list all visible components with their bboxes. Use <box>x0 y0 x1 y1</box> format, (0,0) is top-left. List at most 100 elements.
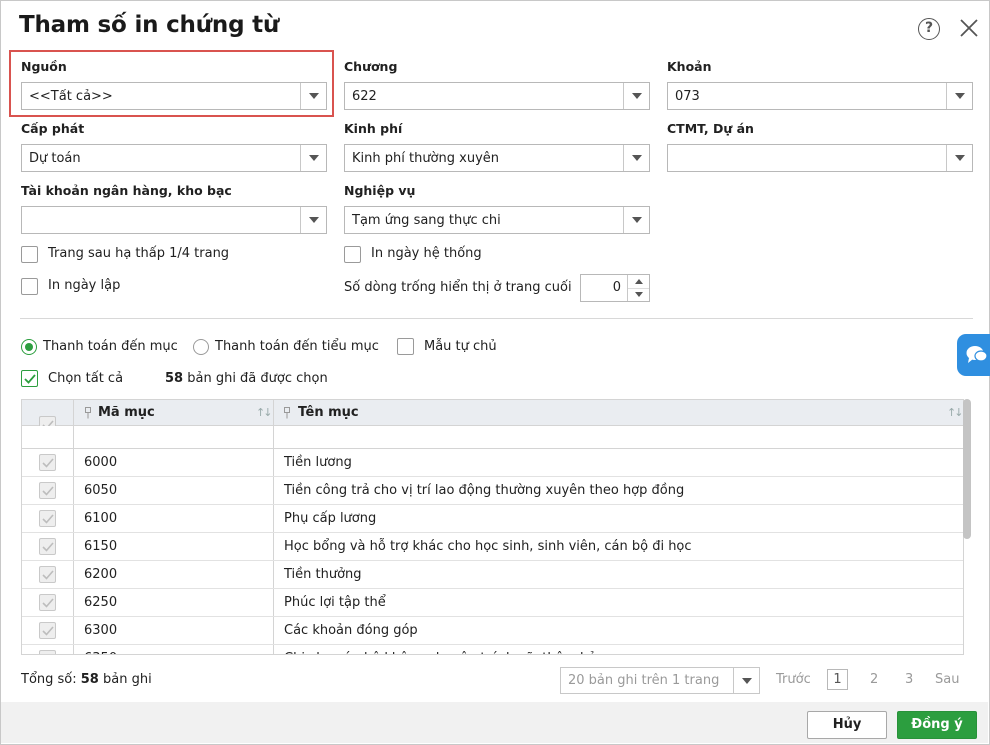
mau-tu-chu-checkbox[interactable] <box>397 338 414 355</box>
row-code: 6200 <box>84 567 118 582</box>
row-checkbox[interactable] <box>39 510 56 527</box>
row-checkbox[interactable] <box>39 650 56 655</box>
grid-filter-row[interactable] <box>22 426 963 449</box>
select-all-checkbox[interactable] <box>21 370 38 387</box>
row-checkbox[interactable] <box>39 622 56 639</box>
close-icon[interactable] <box>958 17 980 39</box>
chevron-down-icon[interactable] <box>300 207 326 233</box>
nguon-combo[interactable]: <<Tất cả>> <box>21 82 327 110</box>
so-dong-trong-label: Số dòng trống hiển thị ở trang cuối <box>344 280 572 295</box>
in-ngay-he-thong-checkbox[interactable] <box>344 246 361 263</box>
in-ngay-he-thong-label: In ngày hệ thống <box>371 246 482 261</box>
row-name: Tiền lương <box>284 455 352 470</box>
row-code: 6050 <box>84 483 118 498</box>
row-checkbox[interactable] <box>39 538 56 555</box>
nghiep-vu-combo[interactable]: Tạm ứng sang thực chi <box>344 206 650 234</box>
table-row[interactable]: 6000 Tiền lương <box>22 449 963 477</box>
row-name: Phúc lợi tập thể <box>284 595 386 610</box>
chevron-down-icon[interactable] <box>300 83 326 109</box>
khoan-combo[interactable]: 073 <box>667 82 973 110</box>
pager-page-1[interactable]: 1 <box>827 669 848 690</box>
table-row[interactable]: 6350 Chi cho cán bộ không chuyên trách xã… <box>22 645 963 655</box>
chat-icon <box>966 346 988 363</box>
chat-support-button[interactable] <box>957 334 990 376</box>
total-count: 58 <box>80 672 99 687</box>
table-row[interactable]: 6300 Các khoản đóng góp <box>22 617 963 645</box>
ok-button[interactable]: Đồng ý <box>897 711 977 739</box>
row-checkbox[interactable] <box>39 454 56 471</box>
row-code: 6300 <box>84 623 118 638</box>
ctmt-combo[interactable] <box>667 144 973 172</box>
sort-icon[interactable]: ↑↓ <box>256 406 273 419</box>
row-name: Chi cho cán bộ không chuyên trách xã, th… <box>284 651 605 654</box>
row-name: Tiền công trả cho vị trí lao động thường… <box>284 483 685 498</box>
row-checkbox[interactable] <box>39 566 56 583</box>
table-row[interactable]: 6250 Phúc lợi tập thể <box>22 589 963 617</box>
pager-page-3[interactable]: 3 <box>905 672 913 687</box>
stepper-down-icon[interactable] <box>628 287 649 302</box>
chevron-down-icon[interactable] <box>946 145 972 171</box>
so-dong-trong-stepper[interactable]: 0 <box>580 274 650 302</box>
in-ngay-lap-label: In ngày lập <box>48 278 121 293</box>
selected-count-text: 58 bản ghi đã được chọn <box>165 371 328 386</box>
page-size-combo[interactable]: 20 bản ghi trên 1 trang <box>560 667 760 694</box>
help-icon[interactable]: ? <box>918 18 940 40</box>
row-code: 6100 <box>84 511 118 526</box>
check-icon <box>42 486 54 496</box>
chuong-combo[interactable]: 622 <box>344 82 650 110</box>
cap-phat-value: Dự toán <box>29 150 81 166</box>
tai-khoan-combo[interactable] <box>21 206 327 234</box>
column-header-ma-muc[interactable]: Mã mục <box>98 405 155 420</box>
dialog-title: Tham số in chứng từ <box>19 12 280 38</box>
page-size-value: 20 bản ghi trên 1 trang <box>568 673 720 688</box>
so-dong-trong-value[interactable]: 0 <box>581 275 627 301</box>
cap-phat-label: Cấp phát <box>21 121 85 136</box>
cancel-button[interactable]: Hủy <box>807 711 887 739</box>
table-row[interactable]: 6150 Học bổng và hỗ trợ khác cho học sinh… <box>22 533 963 561</box>
selected-count-suffix: bản ghi đã được chọn <box>187 371 328 386</box>
in-ngay-lap-checkbox[interactable] <box>21 278 38 295</box>
chevron-down-icon[interactable] <box>946 83 972 109</box>
stepper-up-icon[interactable] <box>628 275 649 288</box>
kinh-phi-label: Kinh phí <box>344 121 403 136</box>
chevron-down-icon[interactable] <box>300 145 326 171</box>
radio-thanh-toan-den-muc[interactable] <box>21 339 37 355</box>
pin-icon[interactable] <box>283 407 291 419</box>
pager-page-2[interactable]: 2 <box>870 672 878 687</box>
row-name: Tiền thưởng <box>284 567 362 582</box>
table-row[interactable]: 6100 Phụ cấp lương <box>22 505 963 533</box>
row-checkbox[interactable] <box>39 594 56 611</box>
check-icon <box>42 598 54 608</box>
nghiep-vu-label: Nghiệp vụ <box>344 183 416 198</box>
chevron-down-icon[interactable] <box>733 668 759 693</box>
check-icon <box>24 374 36 384</box>
check-icon <box>41 652 55 655</box>
nguon-value: <<Tất cả>> <box>29 88 113 104</box>
chevron-down-icon[interactable] <box>623 83 649 109</box>
section-divider <box>20 318 973 319</box>
chevron-down-icon[interactable] <box>623 207 649 233</box>
table-row[interactable]: 6050 Tiền công trả cho vị trí lao động th… <box>22 477 963 505</box>
table-row[interactable]: 6200 Tiền thưởng <box>22 561 963 589</box>
row-name: Học bổng và hỗ trợ khác cho học sinh, si… <box>284 539 692 554</box>
column-header-ten-muc[interactable]: Tên mục <box>298 405 359 420</box>
row-code: 6350 <box>84 651 117 654</box>
pager-next[interactable]: Sau <box>935 672 959 687</box>
total-label: Tổng số: <box>21 672 77 687</box>
grid-scrollbar[interactable] <box>963 399 971 539</box>
grid-header: Mã mục ↑↓ Tên mục ↑↓ <box>22 400 963 433</box>
cap-phat-combo[interactable]: Dự toán <box>21 144 327 172</box>
chuong-label: Chương <box>344 59 398 74</box>
pager-prev[interactable]: Trước <box>776 672 811 687</box>
khoan-label: Khoản <box>667 59 712 74</box>
row-checkbox[interactable] <box>39 482 56 499</box>
kinh-phi-combo[interactable]: Kinh phí thường xuyên <box>344 144 650 172</box>
chevron-down-icon[interactable] <box>623 145 649 171</box>
pin-icon[interactable] <box>84 407 92 419</box>
trang-sau-checkbox[interactable] <box>21 246 38 263</box>
sort-icon[interactable]: ↑↓ <box>947 406 963 419</box>
trang-sau-label: Trang sau hạ thấp 1/4 trang <box>48 246 230 261</box>
check-icon <box>42 626 54 636</box>
check-icon <box>42 542 54 552</box>
radio-thanh-toan-den-tieu-muc[interactable] <box>193 339 209 355</box>
